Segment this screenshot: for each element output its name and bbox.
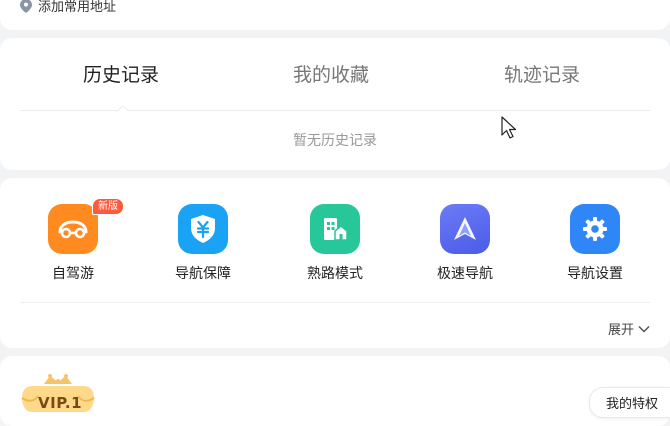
tab-favorites[interactable]: 我的收藏 — [293, 60, 369, 87]
tool-label: 导航保障 — [175, 266, 231, 282]
gear-icon — [583, 217, 607, 241]
chevron-down-icon — [638, 325, 650, 333]
tool-label: 导航设置 — [567, 266, 623, 282]
shield-yen-icon — [191, 215, 215, 243]
history-card: 历史记录 我的收藏 轨迹记录 暂无历史记录 — [0, 38, 670, 170]
location-pin-icon — [20, 0, 32, 13]
tab-history[interactable]: 历史记录 — [83, 60, 159, 87]
tools-card: 新版 自驾游 导航保障 熟路模式 极速导航 导航设置 展开 — [0, 178, 670, 348]
car-icon — [58, 220, 88, 239]
arrow-up-icon — [454, 217, 476, 240]
add-address-row[interactable]: 添加常用地址 — [20, 0, 116, 15]
expand-label: 展开 — [607, 323, 634, 338]
history-tabs: 历史记录 我的收藏 轨迹记录 — [0, 60, 670, 94]
tab-divider — [20, 110, 650, 111]
tool-label: 极速导航 — [437, 266, 493, 282]
nav-guarantee-tile — [178, 204, 228, 254]
tool-nav-settings[interactable]: 导航设置 — [545, 204, 645, 283]
tool-fast-nav[interactable]: 极速导航 — [415, 204, 515, 283]
tool-familiar-route[interactable]: 熟路模式 — [285, 204, 385, 283]
new-version-badge: 新版 — [92, 198, 124, 215]
vip-level: VIP.1 — [38, 394, 83, 412]
nav-settings-tile — [570, 204, 620, 254]
tool-nav-guarantee[interactable]: 导航保障 — [153, 204, 253, 283]
add-address-label: 添加常用地址 — [38, 0, 117, 15]
active-tab-indicator — [116, 106, 130, 112]
vip-card: VIP.1 我的特权 — [0, 356, 670, 426]
tool-label: 熟路模式 — [307, 266, 363, 282]
tab-tracks[interactable]: 轨迹记录 — [504, 60, 580, 87]
tools-grid: 新版 自驾游 导航保障 熟路模式 极速导航 导航设置 — [0, 198, 670, 284]
building-icon — [324, 218, 348, 241]
tool-self-drive[interactable]: 新版 自驾游 — [23, 198, 124, 283]
tool-label: 自驾游 — [52, 266, 94, 282]
tools-divider — [20, 302, 650, 303]
familiar-route-tile — [310, 204, 360, 254]
address-card: 添加常用地址 — [0, 0, 670, 30]
fast-nav-tile — [440, 204, 490, 254]
my-privileges-button[interactable]: 我的特权 — [588, 387, 670, 418]
self-drive-tile: 新版 — [48, 198, 124, 254]
history-empty-message: 暂无历史记录 — [293, 133, 377, 149]
expand-button[interactable]: 展开 — [608, 319, 650, 338]
